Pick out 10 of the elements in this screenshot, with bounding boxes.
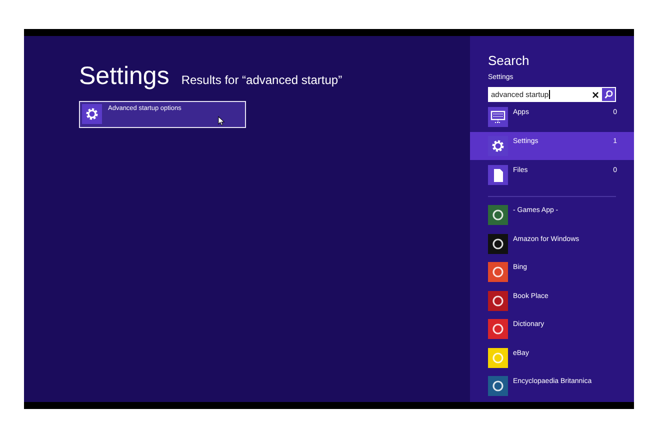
clear-button[interactable]: × [592,88,599,100]
search-icon[interactable] [602,88,615,101]
search-title: Search [488,53,530,68]
gear-icon [488,136,508,156]
gear-icon [82,104,102,124]
results-caption: Results for “advanced startup” [181,73,342,87]
page-title: Settings [79,62,170,91]
keyboard-icon [488,107,508,127]
mouse-cursor-icon [218,116,225,126]
document-icon [488,165,508,185]
